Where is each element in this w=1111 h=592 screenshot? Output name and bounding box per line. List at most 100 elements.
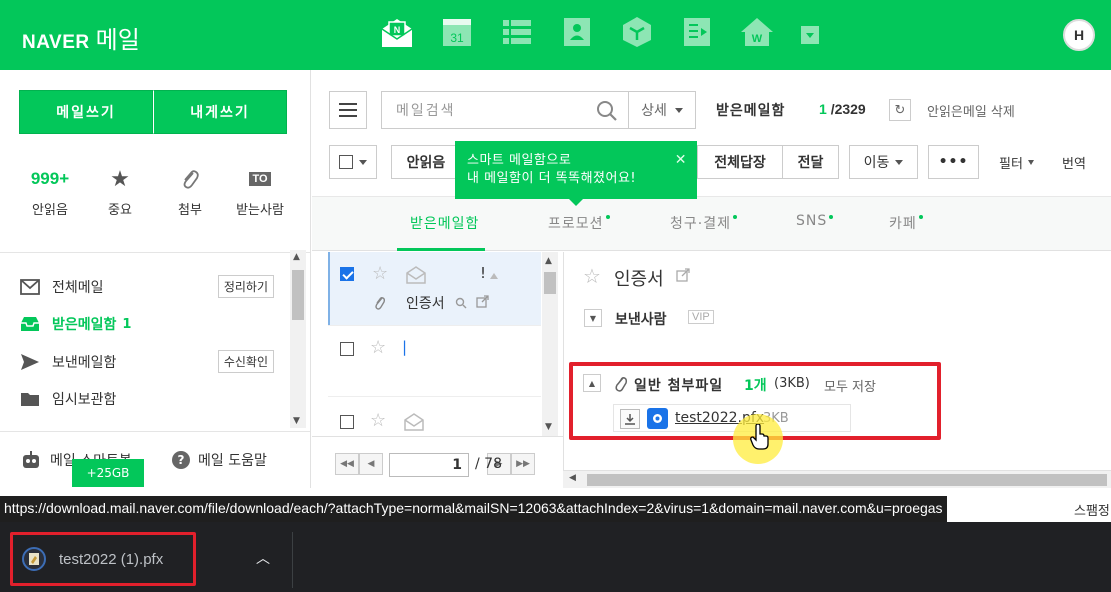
vip-badge[interactable]: VIP: [688, 310, 714, 324]
tab-label: 받은메일함: [410, 216, 480, 232]
prev-page-icon[interactable]: ◀: [359, 453, 383, 475]
document-app-icon[interactable]: [680, 15, 714, 49]
new-dot-icon: [732, 215, 737, 219]
folder-inbox[interactable]: 받은메일함 1: [0, 306, 288, 344]
sender-name: |: [402, 338, 408, 356]
tab-sns[interactable]: SNS: [796, 213, 834, 229]
star-icon[interactable]: ☆: [370, 337, 386, 358]
list-item[interactable]: ☆: [328, 397, 541, 436]
read-receipt-button[interactable]: 수신확인: [217, 350, 274, 374]
list-app-icon[interactable]: [500, 15, 534, 49]
forward-button[interactable]: 전달: [782, 145, 839, 179]
spam-button[interactable]: 스팸정: [1069, 497, 1111, 522]
left-sidebar: 메일쓰기 내게쓰기 999+ 안읽음 ★ 중요 첨부 TO 받는사람 전체메일: [0, 70, 311, 488]
page-number-input[interactable]: 1: [389, 453, 469, 477]
logo-brand: NAVER: [22, 32, 90, 53]
save-all-link[interactable]: 모두 저장: [824, 376, 876, 395]
delete-unread-link[interactable]: 안읽은메일 삭제: [927, 101, 1015, 120]
row-checkbox[interactable]: [340, 342, 354, 356]
user-avatar[interactable]: H: [1063, 19, 1095, 51]
list-item[interactable]: ☆ ! 인증서: [328, 252, 541, 325]
tab-billing[interactable]: 청구·결제: [670, 213, 737, 233]
naver-mail-logo[interactable]: NAVER 메일: [22, 20, 140, 55]
mark-unread-button[interactable]: 안읽음: [391, 145, 461, 179]
folder-drafts[interactable]: 임시보관함: [0, 381, 288, 419]
mail-subject[interactable]: 인증서: [406, 293, 445, 313]
organize-button[interactable]: 정리하기: [217, 275, 274, 299]
hamburger-menu-button[interactable]: [329, 91, 367, 129]
star-icon[interactable]: ☆: [583, 264, 601, 288]
pane-horizontal-scrollbar[interactable]: ◀: [563, 470, 1111, 488]
tab-label: 프로모션: [548, 216, 604, 232]
reply-all-button[interactable]: 전체답장: [697, 145, 783, 179]
row-checkbox[interactable]: [340, 415, 354, 429]
expand-sender-icon[interactable]: ▼: [584, 309, 602, 327]
contacts-app-icon[interactable]: [560, 15, 594, 49]
first-page-icon[interactable]: ◀◀: [335, 453, 359, 475]
scroll-left-icon[interactable]: ◀: [569, 473, 576, 483]
calendar-app-icon[interactable]: 31: [440, 15, 474, 49]
move-button[interactable]: 이동: [849, 145, 918, 179]
tab-cafe[interactable]: 카페: [889, 213, 923, 233]
tab-label: 카페: [889, 216, 917, 232]
sender-label: 보낸사람: [615, 312, 667, 328]
scroll-down-icon[interactable]: ▼: [545, 422, 552, 432]
hand-cursor-icon: [750, 424, 769, 450]
search-icon[interactable]: [455, 297, 467, 309]
more-apps-icon[interactable]: [800, 25, 820, 45]
search-input[interactable]: 메일검색: [381, 91, 629, 129]
folder-list: 전체메일 정리하기 받은메일함 1 보낸메일함 수신확인 임시보관함: [0, 268, 288, 418]
refresh-icon[interactable]: ↻: [889, 99, 911, 121]
folder-sent[interactable]: 보낸메일함 수신확인: [0, 343, 288, 381]
tab-label: SNS: [796, 213, 828, 229]
folder-all-mail[interactable]: 전체메일 정리하기: [0, 268, 288, 306]
list-scrollbar[interactable]: ▲ ▼: [542, 252, 558, 436]
chevron-up-icon[interactable]: ︿: [256, 548, 270, 568]
help-link[interactable]: ? 메일 도움말: [172, 450, 267, 470]
detail-search-button[interactable]: 상세: [628, 91, 696, 129]
quick-to-me[interactable]: TO 받는사람: [230, 166, 290, 218]
chevron-down-icon: [895, 159, 904, 165]
mail-list: ☆ ! 인증서 ☆ | ☆: [328, 252, 541, 436]
scroll-down-icon[interactable]: ▼: [293, 416, 300, 426]
star-icon[interactable]: ☆: [372, 263, 388, 284]
inbox-title: 받은메일함: [716, 103, 786, 119]
quick-attachment[interactable]: 첨부: [160, 166, 220, 218]
row-checkbox[interactable]: [340, 267, 354, 281]
collapse-attachments-icon[interactable]: ▲: [583, 374, 601, 392]
filter-label: 필터: [999, 157, 1023, 172]
tab-inbox[interactable]: 받은메일함: [410, 213, 479, 233]
more-options-button[interactable]: •••: [928, 145, 979, 179]
open-new-window-icon[interactable]: [476, 295, 489, 308]
sidebar-scrollbar[interactable]: ▲ ▼: [290, 250, 306, 428]
robot-icon: [23, 451, 39, 468]
unread-count: 999+: [30, 169, 70, 188]
important-label: 중요: [108, 203, 132, 218]
home-app-icon[interactable]: W: [740, 15, 774, 49]
close-icon[interactable]: ✕: [675, 151, 687, 169]
downloaded-file-name[interactable]: test2022 (1).pfx: [59, 551, 163, 568]
quick-important[interactable]: ★ 중요: [90, 166, 150, 219]
write-mail-button[interactable]: 메일쓰기: [19, 90, 153, 134]
tab-promotion[interactable]: 프로모션: [548, 213, 610, 233]
svg-text:N: N: [394, 25, 401, 35]
scroll-up-icon[interactable]: ▲: [545, 256, 552, 266]
write-to-me-button[interactable]: 내게쓰기: [153, 90, 287, 134]
search-icon[interactable]: [596, 100, 618, 122]
last-page-icon[interactable]: ▶▶: [511, 453, 535, 475]
paperclip-icon: [615, 377, 628, 392]
box-app-icon[interactable]: [620, 15, 654, 49]
mail-app-icon[interactable]: N: [380, 15, 414, 49]
select-all-checkbox[interactable]: [329, 145, 377, 179]
star-icon: ★: [110, 166, 130, 192]
quick-unread[interactable]: 999+ 안읽음: [20, 166, 80, 218]
scroll-up-icon[interactable]: ▲: [293, 252, 300, 262]
star-icon[interactable]: ☆: [370, 410, 386, 431]
filter-dropdown[interactable]: 필터: [999, 153, 1034, 172]
help-label: 메일 도움말: [198, 453, 267, 469]
translate-button[interactable]: 번역: [1062, 153, 1086, 172]
list-item[interactable]: ☆ |: [328, 326, 541, 396]
new-dot-icon: [829, 215, 834, 219]
open-new-window-icon[interactable]: [676, 268, 690, 282]
download-icon[interactable]: [620, 409, 640, 429]
